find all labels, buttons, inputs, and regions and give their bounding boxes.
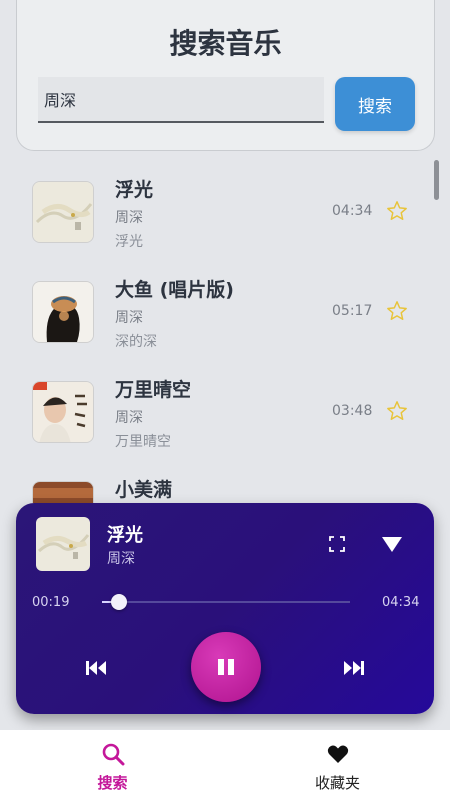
search-card: 搜索音乐 搜索 (16, 0, 435, 151)
fullscreen-icon[interactable] (328, 535, 346, 553)
song-duration: 05:17 (332, 303, 373, 319)
total-time: 04:34 (382, 595, 420, 610)
album-cover (32, 281, 94, 343)
player-song-artist: 周深 (107, 551, 135, 567)
search-icon (102, 743, 125, 766)
star-outline-icon[interactable] (386, 300, 408, 322)
album-cover (32, 181, 94, 243)
song-item[interactable]: 大鱼 (唱片版) 周深 深的深 05:17 (0, 263, 450, 363)
player-album-cover[interactable] (36, 517, 90, 571)
search-input[interactable] (38, 77, 324, 123)
song-title: 万里晴空 (115, 379, 192, 401)
pause-icon (218, 659, 234, 675)
song-item[interactable]: 小美满 (0, 463, 450, 503)
next-track-icon[interactable] (342, 659, 366, 677)
tab-favorites-label: 收藏夹 (314, 774, 360, 792)
star-outline-icon[interactable] (386, 200, 408, 222)
collapse-down-icon[interactable] (381, 535, 403, 553)
tab-search-label: 搜索 (97, 774, 128, 792)
song-album: 万里晴空 (115, 434, 171, 450)
song-duration: 04:34 (332, 203, 373, 219)
song-artist: 周深 (115, 410, 143, 426)
song-artist: 周深 (115, 210, 143, 226)
heart-icon (327, 745, 349, 763)
tab-search[interactable]: 搜索 (0, 730, 225, 800)
song-item[interactable]: 浮光 周深 浮光 04:34 (0, 163, 450, 263)
song-title: 浮光 (115, 179, 154, 201)
current-time: 00:19 (32, 595, 70, 610)
search-title: 搜索音乐 (169, 27, 282, 60)
song-album: 深的深 (115, 334, 157, 350)
progress-bar[interactable] (102, 594, 350, 610)
bottom-tab-bar: 搜索 收藏夹 (0, 730, 450, 800)
song-title: 小美满 (115, 479, 173, 501)
song-artist: 周深 (115, 310, 143, 326)
album-cover (32, 381, 94, 443)
song-item[interactable]: 万里晴空 周深 万里晴空 03:48 (0, 363, 450, 463)
progress-thumb[interactable] (111, 594, 128, 610)
now-playing-panel: 浮光 周深 00:19 04:34 (16, 503, 434, 714)
tab-favorites[interactable]: 收藏夹 (225, 730, 450, 800)
song-list: 浮光 周深 浮光 04:34 大鱼 (唱片版) 周深 深的深 05:17 万里晴… (0, 163, 450, 503)
star-outline-icon[interactable] (386, 400, 408, 422)
song-duration: 03:48 (332, 403, 373, 419)
song-album: 浮光 (115, 234, 143, 250)
album-cover (32, 481, 94, 503)
song-title: 大鱼 (唱片版) (115, 279, 234, 301)
pause-button[interactable] (191, 632, 261, 702)
search-button[interactable]: 搜索 (335, 77, 415, 131)
previous-track-icon[interactable] (84, 659, 108, 677)
player-song-title: 浮光 (107, 525, 143, 546)
